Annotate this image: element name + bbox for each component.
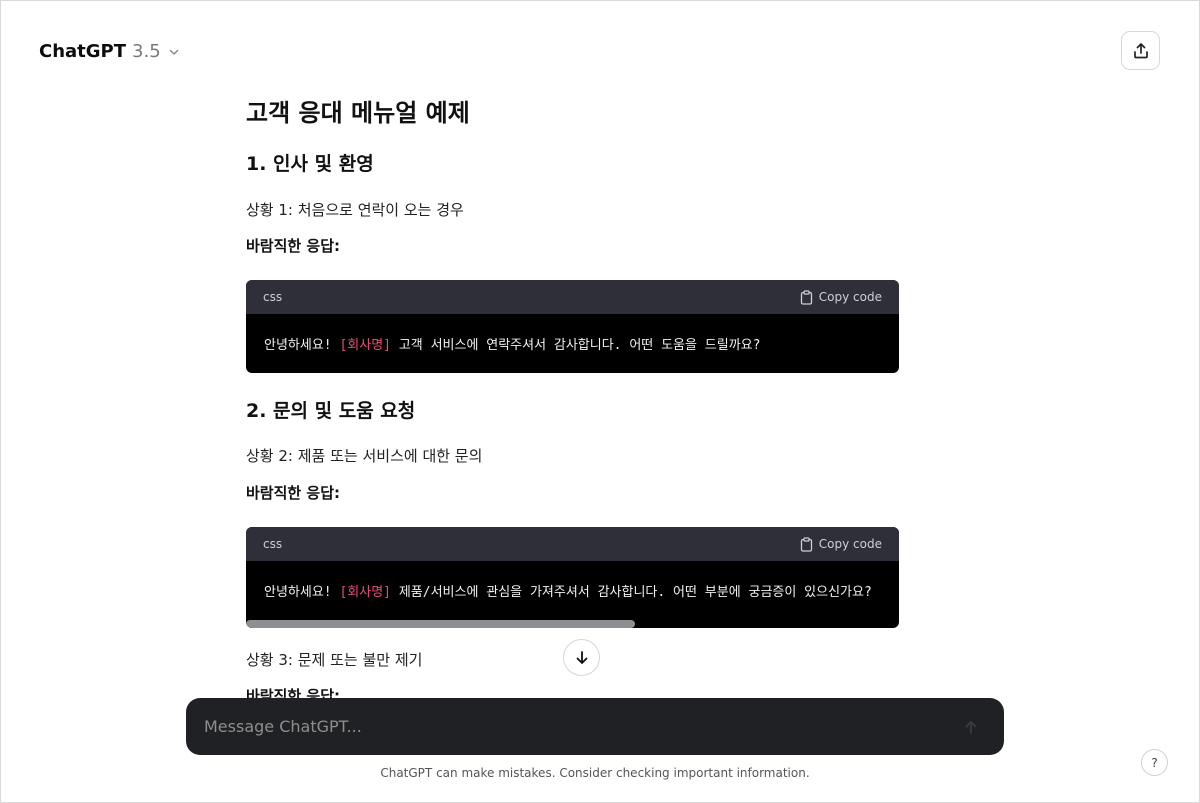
- section-heading-2: 2. 문의 및 도움 요청: [246, 400, 416, 422]
- code-content: 안녕하세요! [회사명] 제품/서비스에 관심을 가져주셔서 감사합니다. 어떤…: [246, 561, 899, 628]
- clipboard-icon: [800, 536, 812, 552]
- share-upload-icon: [1133, 42, 1148, 58]
- clipboard-icon: [800, 289, 812, 305]
- code-text-end: 제품/서비스에 관심을 가져주셔서 감사합니다. 어떤 부분에 궁금증이 있으신…: [391, 585, 872, 600]
- code-header: css Copy code: [246, 280, 899, 314]
- code-text: 안녕하세요! [회사명] 제품/서비스에 관심을 가져주셔서 감사합니다. 어떤…: [264, 581, 872, 600]
- copy-code-label: Copy code: [818, 290, 882, 304]
- model-name: ChatGPT: [39, 41, 127, 62]
- send-button[interactable]: [956, 711, 986, 742]
- message-composer: [186, 698, 1004, 755]
- code-highlight: [회사명]: [339, 338, 392, 353]
- situation-3: 상황 3: 문제 또는 불만 제기: [246, 651, 423, 669]
- code-text: 안녕하세요! [회사명] 고객 서비스에 연락주셔서 감사합니다. 어떤 도움을…: [264, 334, 760, 353]
- assistant-message: 고객 응대 메뉴얼 예제 1. 인사 및 환영 상황 1: 처음으로 연락이 오…: [246, 1, 899, 701]
- horizontal-scrollbar[interactable]: [246, 620, 635, 628]
- chevron-down-icon: [169, 49, 178, 55]
- copy-code-button[interactable]: Copy code: [800, 536, 882, 552]
- code-text-start: 안녕하세요!: [264, 585, 340, 600]
- help-button[interactable]: ?: [1141, 749, 1168, 776]
- situation-2: 상황 2: 제품 또는 서비스에 대한 문의: [246, 447, 483, 465]
- copy-code-label: Copy code: [818, 537, 882, 551]
- code-language: css: [263, 537, 283, 551]
- model-selector[interactable]: ChatGPT 3.5: [39, 41, 179, 62]
- message-title: 고객 응대 메뉴얼 예제: [246, 99, 470, 127]
- arrow-down-icon: [576, 650, 587, 664]
- help-label: ?: [1151, 755, 1158, 770]
- code-block-2: css Copy code 안녕하세요! [회사명] 제품/서비스에 관심을 가…: [246, 527, 899, 628]
- disclaimer-text: ChatGPT can make mistakes. Consider chec…: [380, 766, 810, 780]
- situation-1: 상황 1: 처음으로 연락이 오는 경우: [246, 201, 464, 219]
- arrow-up-icon: [965, 720, 977, 734]
- code-text-start: 안녕하세요!: [264, 338, 340, 353]
- code-language: css: [263, 290, 283, 304]
- code-text-end: 고객 서비스에 연락주셔서 감사합니다. 어떤 도움을 드릴까요?: [391, 338, 761, 353]
- response-label-2: 바람직한 응답:: [246, 484, 341, 502]
- chat-window: ChatGPT 3.5 고객 응대 메뉴얼 예제 1. 인사 및 환영 상황 1…: [0, 0, 1200, 803]
- code-block-1: css Copy code 안녕하세요! [회사명] 고객 서비스에 연락주셔서…: [246, 280, 899, 373]
- code-content: 안녕하세요! [회사명] 고객 서비스에 연락주셔서 감사합니다. 어떤 도움을…: [246, 314, 899, 373]
- response-label-1: 바람직한 응답:: [246, 237, 341, 255]
- copy-code-button[interactable]: Copy code: [800, 289, 882, 305]
- message-input[interactable]: [204, 717, 956, 736]
- model-version: 3.5: [132, 41, 161, 62]
- code-highlight: [회사명]: [339, 585, 392, 600]
- code-header: css Copy code: [246, 527, 899, 561]
- share-button[interactable]: [1121, 31, 1160, 70]
- scroll-to-bottom-button[interactable]: [563, 639, 600, 676]
- section-heading-1: 1. 인사 및 환영: [246, 153, 374, 175]
